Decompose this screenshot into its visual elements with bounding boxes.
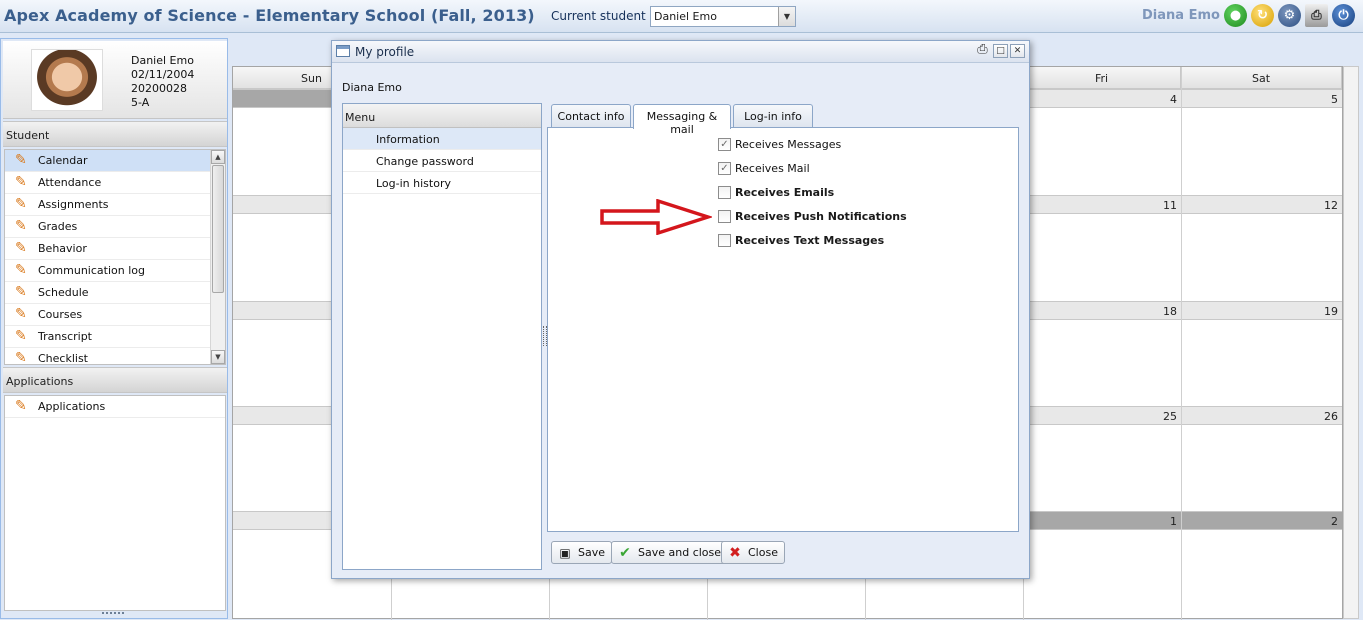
dialog-title: My profile — [355, 45, 415, 59]
calendar-scrollbar[interactable] — [1343, 66, 1359, 619]
menu-item-information[interactable]: Information — [343, 128, 541, 150]
resize-grip[interactable] — [102, 612, 124, 616]
menu-item-login-history[interactable]: Log-in history — [343, 172, 541, 194]
user-icon[interactable]: ● — [1224, 4, 1247, 27]
grid-line — [1181, 67, 1182, 620]
close-icon: ✖ — [729, 544, 741, 561]
pencil-icon: ✎ — [15, 240, 27, 256]
menu-item-change-password[interactable]: Change password — [343, 150, 541, 172]
day-number[interactable]: 1 — [1023, 515, 1177, 528]
print-icon[interactable]: ⎙ — [1305, 4, 1328, 27]
scroll-down-icon[interactable]: ▼ — [211, 350, 225, 364]
checkbox-unchecked[interactable] — [718, 234, 731, 247]
pencil-icon: ✎ — [15, 350, 27, 365]
pencil-icon: ✎ — [15, 284, 27, 300]
scrollbar-thumb[interactable] — [212, 165, 224, 293]
sidebar-item-assignments[interactable]: ✎ Assignments — [5, 194, 225, 216]
option-receives-push-notifications[interactable]: Receives Push Notifications — [718, 210, 907, 223]
chevron-down-icon[interactable]: ▼ — [778, 7, 795, 26]
checkmark-icon: ✔ — [619, 544, 631, 561]
sidebar-item-behavior[interactable]: ✎ Behavior — [5, 238, 225, 260]
dialog-title-bar[interactable]: My profile ⎙ □ ✕ — [332, 41, 1029, 63]
current-student-label: Current student : — [551, 9, 654, 23]
save-button[interactable]: ▣ Save — [551, 541, 613, 564]
checkbox-checked[interactable]: ✓ — [718, 138, 731, 151]
day-number[interactable]: 4 — [1023, 93, 1177, 106]
day-number[interactable]: 18 — [1023, 305, 1177, 318]
option-receives-emails[interactable]: Receives Emails — [718, 186, 834, 199]
floppy-disk-icon: ▣ — [559, 545, 571, 560]
tab-login-info[interactable]: Log-in info — [733, 104, 813, 128]
checkbox-unchecked[interactable] — [718, 210, 731, 223]
option-receives-mail[interactable]: ✓ Receives Mail — [718, 162, 810, 175]
sidebar-item-communication-log[interactable]: ✎ Communication log — [5, 260, 225, 282]
applications-nav-list: ✎ Applications — [4, 395, 226, 611]
student-dob: 02/11/2004 — [131, 68, 195, 81]
logged-in-user[interactable]: Diana Emo — [1142, 8, 1220, 23]
checkbox-unchecked[interactable] — [718, 186, 731, 199]
tab-contact-info[interactable]: Contact info — [551, 104, 631, 128]
day-number[interactable]: 26 — [1181, 410, 1338, 423]
sidebar-item-courses[interactable]: ✎ Courses — [5, 304, 225, 326]
refresh-icon[interactable]: ↻ — [1251, 4, 1274, 27]
profile-menu-panel: Menu Information Change password Log-in … — [342, 103, 542, 570]
student-nav-list: ✎ Calendar ✎ Attendance ✎ Assignments ✎ Grad… — [4, 149, 226, 365]
gear-icon[interactable]: ⚙ — [1278, 4, 1301, 27]
sidebar-item-checklist[interactable]: ✎ Checklist — [5, 348, 225, 365]
pencil-icon: ✎ — [15, 306, 27, 322]
sidebar-item-calendar[interactable]: ✎ Calendar — [5, 150, 225, 172]
applications-section-header[interactable]: Applications — [3, 367, 227, 393]
top-bar: Apex Academy of Science - Elementary Sch… — [0, 0, 1363, 33]
profile-user-name: Diana Emo — [342, 81, 402, 94]
menu-header: Menu — [343, 104, 541, 128]
pencil-icon: ✎ — [15, 218, 27, 234]
sidebar-scrollbar[interactable]: ▲ ▼ — [210, 150, 225, 364]
print-icon[interactable]: ⎙ — [975, 43, 990, 58]
sidebar-item-grades[interactable]: ✎ Grades — [5, 216, 225, 238]
current-student-select[interactable]: Daniel Emo ▼ — [650, 6, 796, 27]
close-icon[interactable]: ✕ — [1010, 44, 1025, 58]
student-card: Daniel Emo 02/11/2004 20200028 5-A — [3, 41, 227, 119]
student-grade: 5-A — [131, 96, 150, 109]
day-number[interactable]: 19 — [1181, 305, 1338, 318]
day-header-sat: Sat — [1181, 67, 1342, 89]
student-section-header[interactable]: Student — [3, 121, 227, 147]
messaging-tab-panel: ✓ Receives Messages ✓ Receives Mail Rece… — [547, 127, 1019, 532]
option-receives-messages[interactable]: ✓ Receives Messages — [718, 138, 841, 151]
sidebar-item-transcript[interactable]: ✎ Transcript — [5, 326, 225, 348]
sidebar-item-schedule[interactable]: ✎ Schedule — [5, 282, 225, 304]
student-id: 20200028 — [131, 82, 187, 95]
sidebar-item-attendance[interactable]: ✎ Attendance — [5, 172, 225, 194]
save-and-close-button[interactable]: ✔ Save and close — [611, 541, 729, 564]
student-avatar — [31, 49, 103, 111]
pencil-icon: ✎ — [15, 174, 27, 190]
day-header-fri: Fri — [1023, 67, 1181, 89]
day-number[interactable]: 5 — [1181, 93, 1338, 106]
pencil-icon: ✎ — [15, 328, 27, 344]
maximize-icon[interactable]: □ — [993, 44, 1008, 58]
pencil-icon: ✎ — [15, 398, 27, 414]
window-icon — [336, 45, 350, 57]
red-arrow-annotation-icon — [600, 199, 712, 235]
pencil-icon: ✎ — [15, 152, 27, 168]
day-number[interactable]: 11 — [1023, 199, 1177, 212]
day-number[interactable]: 12 — [1181, 199, 1338, 212]
sidebar-item-applications[interactable]: ✎ Applications — [5, 396, 225, 418]
option-receives-text-messages[interactable]: Receives Text Messages — [718, 234, 884, 247]
my-profile-dialog: My profile ⎙ □ ✕ Diana Emo Menu Informat… — [331, 40, 1030, 579]
tab-messaging-mail[interactable]: Messaging & mail — [633, 104, 731, 136]
close-button[interactable]: ✖ Close — [721, 541, 785, 564]
power-icon[interactable]: ⏻ — [1332, 4, 1355, 27]
checkbox-checked[interactable]: ✓ — [718, 162, 731, 175]
student-name: Daniel Emo — [131, 54, 194, 67]
day-number[interactable]: 25 — [1023, 410, 1177, 423]
pencil-icon: ✎ — [15, 196, 27, 212]
left-panel: Daniel Emo 02/11/2004 20200028 5-A Stude… — [0, 38, 228, 619]
day-number[interactable]: 2 — [1181, 515, 1338, 528]
current-student-value: Daniel Emo — [654, 10, 717, 23]
pencil-icon: ✎ — [15, 262, 27, 278]
app-title: Apex Academy of Science - Elementary Sch… — [4, 6, 535, 25]
scroll-up-icon[interactable]: ▲ — [211, 150, 225, 164]
